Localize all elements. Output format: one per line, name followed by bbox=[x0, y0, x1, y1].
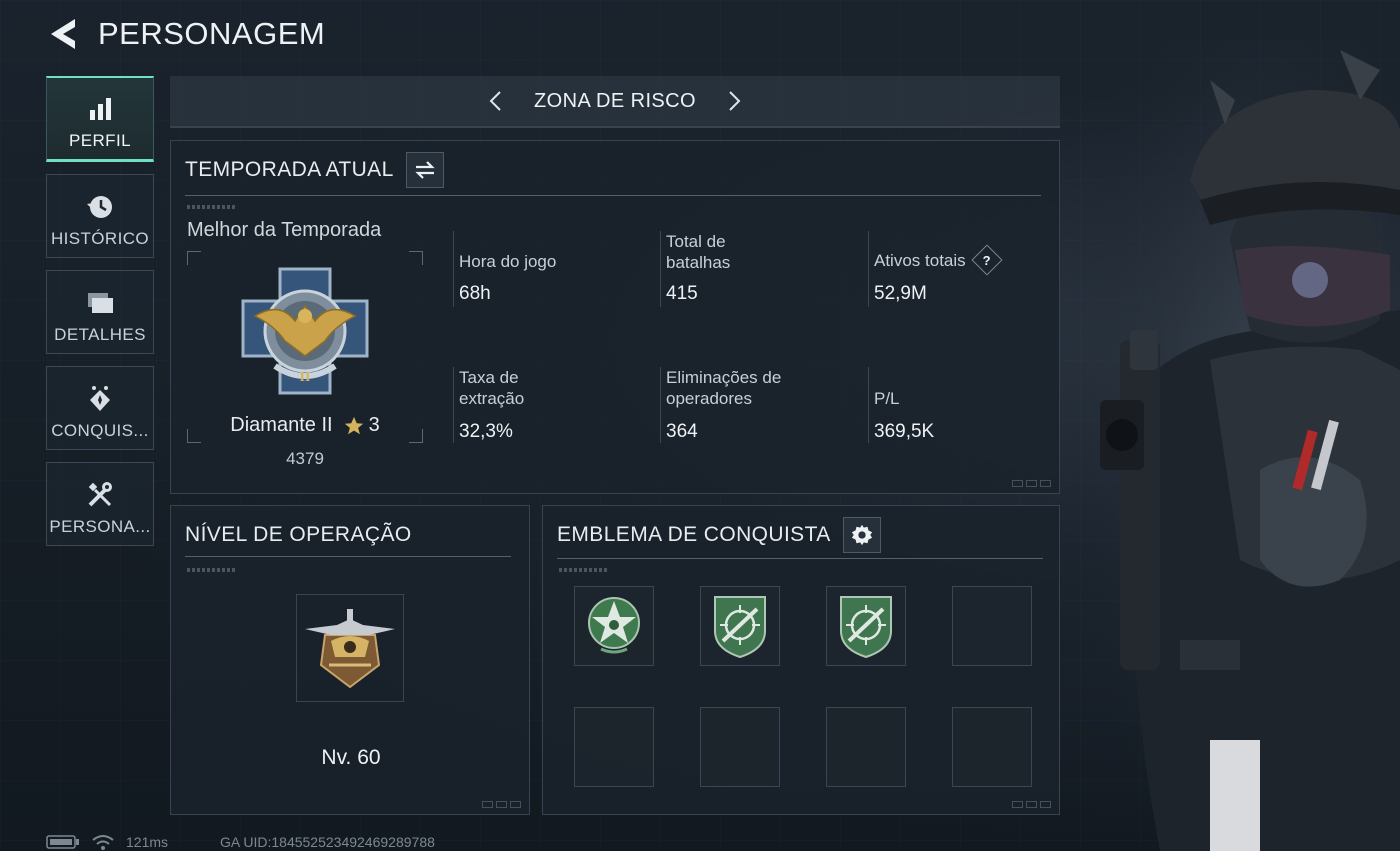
page-title: PERSONAGEM bbox=[98, 16, 326, 51]
operation-level: Nv. 60 bbox=[321, 746, 381, 769]
bar-chart-icon bbox=[87, 93, 113, 125]
stat-value: 369,5K bbox=[874, 421, 935, 442]
stat-total-assets: Ativos totais ? 52,9M bbox=[868, 231, 1074, 307]
ping-text: 121ms bbox=[126, 834, 169, 850]
stat-value: 364 bbox=[666, 421, 698, 442]
history-icon bbox=[85, 191, 115, 223]
emblem-slot[interactable] bbox=[700, 586, 780, 666]
stat-label: Taxa de extração bbox=[459, 368, 525, 408]
emblem-header: EMBLEMA DE CONQUISTA bbox=[557, 517, 1043, 553]
rank-name: Diamante II bbox=[230, 414, 333, 436]
wifi-icon bbox=[92, 835, 114, 850]
sidebar-item-label: CONQUIS... bbox=[51, 421, 149, 440]
emblem-slot-empty[interactable] bbox=[826, 707, 906, 787]
emblem-slot-empty[interactable] bbox=[952, 707, 1032, 787]
crosshair-rifle-emblem-icon bbox=[840, 596, 892, 659]
battery-icon bbox=[46, 835, 79, 849]
star-icon bbox=[344, 416, 363, 434]
sidebar: PERFIL HISTÓRICO DETALHES CONQUIS... PER… bbox=[46, 76, 154, 558]
divider bbox=[185, 195, 1041, 196]
emblem-slot-empty[interactable] bbox=[574, 707, 654, 787]
decor-text bbox=[559, 568, 607, 572]
folders-icon bbox=[85, 287, 115, 319]
chevron-left-icon bbox=[489, 91, 501, 111]
rank-display: II Diamante II 3 4379 bbox=[187, 251, 423, 468]
crosshair-rifle-emblem-icon bbox=[714, 596, 766, 659]
mode-prev-button[interactable] bbox=[465, 81, 525, 121]
status-bar: 121ms GA UID:1845525234924692897​88 bbox=[46, 834, 435, 850]
switch-season-button[interactable] bbox=[405, 152, 444, 188]
stat-label: Hora do jogo bbox=[459, 252, 557, 271]
swap-icon bbox=[415, 161, 435, 179]
decor-text bbox=[187, 205, 235, 209]
stat-profit-loss: P/L 369,5K bbox=[868, 367, 1074, 443]
tools-icon bbox=[85, 479, 115, 511]
sidebar-item-label: HISTÓRICO bbox=[50, 229, 150, 248]
decor-text bbox=[187, 568, 235, 572]
sidebar-item-perfil[interactable]: PERFIL bbox=[46, 76, 154, 162]
helicopter-emblem-icon bbox=[305, 609, 395, 689]
stat-total-battles: Total de batalhas 415 bbox=[660, 231, 866, 307]
sidebar-item-label: PERFIL bbox=[69, 131, 131, 150]
page-header: PERSONAGEM bbox=[44, 14, 392, 54]
stat-label-row: Ativos totais ? bbox=[874, 244, 1074, 276]
star-skull-emblem-icon bbox=[588, 597, 640, 654]
stat-value: 415 bbox=[666, 283, 698, 304]
sidebar-item-label: PERSONA... bbox=[49, 517, 151, 536]
season-panel: TEMPORADA ATUAL Melhor da Temporada II D… bbox=[170, 140, 1060, 494]
sidebar-item-historico[interactable]: HISTÓRICO bbox=[46, 174, 154, 258]
sidebar-item-label: DETALHES bbox=[54, 325, 146, 344]
stat-play-time: Hora do jogo 68h bbox=[453, 231, 659, 307]
mode-selector: ZONA DE RISCO bbox=[170, 76, 1060, 128]
operation-emblem-frame bbox=[296, 594, 404, 702]
stat-operator-kills: Eliminações de operadores 364 bbox=[660, 367, 866, 443]
operation-title: NÍVEL DE OPERAÇÃO bbox=[185, 523, 412, 546]
best-season-label: Melhor da Temporada bbox=[187, 219, 382, 241]
mode-label: ZONA DE RISCO bbox=[534, 89, 696, 112]
stat-value: 68h bbox=[459, 283, 491, 304]
rank-stars: 3 bbox=[368, 414, 380, 436]
stat-label: P/L bbox=[874, 389, 900, 408]
uid-text: GA UID:1845525234924692897​88 bbox=[220, 834, 435, 850]
sidebar-item-conquistas[interactable]: CONQUIS... bbox=[46, 366, 154, 450]
stat-value: 32,3% bbox=[459, 421, 513, 442]
operation-panel: NÍVEL DE OPERAÇÃO Nv. 60 bbox=[170, 505, 530, 815]
sidebar-item-detalhes[interactable]: DETALHES bbox=[46, 270, 154, 354]
emblem-slot[interactable] bbox=[826, 586, 906, 666]
corner-decoration bbox=[482, 801, 521, 808]
emblem-settings-button[interactable] bbox=[842, 517, 881, 553]
emblem-panel: EMBLEMA DE CONQUISTA bbox=[542, 505, 1060, 815]
season-title: TEMPORADA ATUAL bbox=[185, 158, 394, 181]
emblem-slot-empty[interactable] bbox=[952, 586, 1032, 666]
emblem-slot[interactable] bbox=[574, 586, 654, 666]
chevron-right-icon bbox=[729, 91, 741, 111]
help-button[interactable]: ? bbox=[971, 244, 1003, 276]
stat-value: 52,9M bbox=[874, 283, 927, 304]
back-button[interactable] bbox=[44, 14, 80, 54]
back-arrow-icon bbox=[51, 19, 75, 49]
mode-next-button[interactable] bbox=[705, 81, 765, 121]
season-header: TEMPORADA ATUAL bbox=[185, 152, 1043, 188]
svg-text:II: II bbox=[300, 370, 311, 385]
sidebar-item-personalizar[interactable]: PERSONA... bbox=[46, 462, 154, 546]
rank-name-row: Diamante II 3 bbox=[187, 414, 423, 437]
emblem-title: EMBLEMA DE CONQUISTA bbox=[557, 523, 831, 546]
rank-badge-icon: II bbox=[241, 267, 369, 395]
help-icon: ? bbox=[982, 252, 991, 268]
corner-decoration bbox=[1012, 801, 1051, 808]
stat-label: Eliminações de operadores bbox=[666, 368, 782, 408]
operation-header: NÍVEL DE OPERAÇÃO bbox=[185, 520, 513, 550]
emblem-slot-empty[interactable] bbox=[700, 707, 780, 787]
character-portrait bbox=[1060, 40, 1400, 851]
achievement-icon bbox=[85, 383, 115, 415]
gear-icon bbox=[851, 524, 872, 546]
divider bbox=[557, 558, 1043, 559]
rank-points: 4379 bbox=[286, 449, 324, 468]
stat-extraction-rate: Taxa de extração 32,3% bbox=[453, 367, 659, 443]
stat-label: Ativos totais bbox=[874, 250, 966, 270]
stat-label: Total de batalhas bbox=[666, 232, 731, 272]
corner-decoration bbox=[1012, 480, 1051, 487]
divider bbox=[185, 556, 511, 557]
